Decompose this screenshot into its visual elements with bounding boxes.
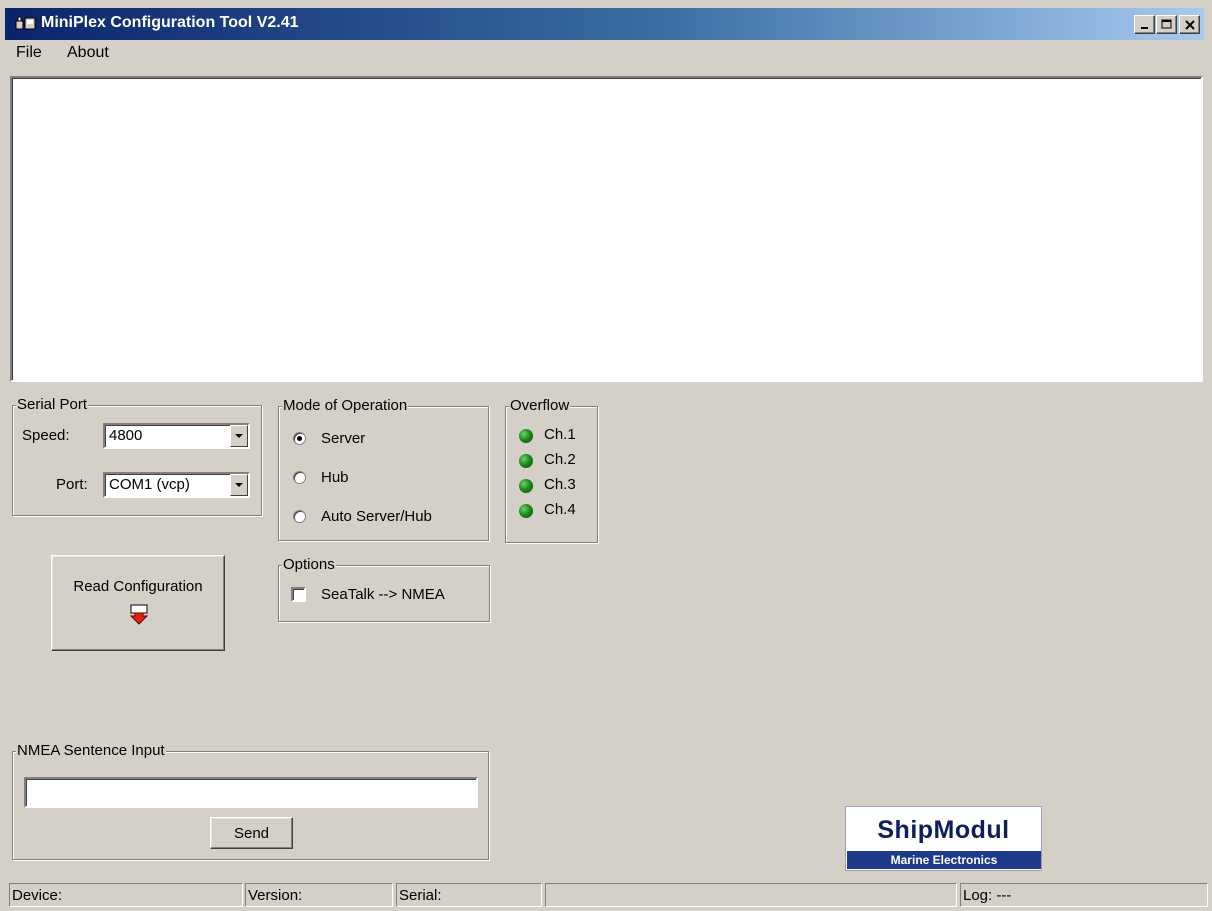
- port-label: Port:: [56, 476, 88, 493]
- speed-label: Speed:: [22, 427, 70, 444]
- nmea-sentence-input[interactable]: [24, 777, 478, 808]
- led-ch1-icon: [519, 429, 533, 443]
- overflow-ch3-label: Ch.3: [544, 476, 576, 493]
- minimize-icon: [1140, 26, 1148, 29]
- led-ch4-icon: [519, 504, 533, 518]
- nmea-legend: NMEA Sentence Input: [16, 742, 166, 759]
- overflow-ch1-label: Ch.1: [544, 426, 576, 443]
- status-log: Log: ---: [960, 883, 1208, 907]
- status-device: Device:: [9, 883, 243, 907]
- overflow-ch2-label: Ch.2: [544, 451, 576, 468]
- radio-hub[interactable]: Hub: [293, 469, 443, 487]
- serial-port-legend: Serial Port: [16, 396, 89, 413]
- mode-legend: Mode of Operation: [282, 397, 409, 414]
- menu-about[interactable]: About: [67, 44, 109, 62]
- app-icon: [15, 15, 37, 33]
- radio-auto-circle[interactable]: [293, 510, 306, 523]
- led-ch2-icon: [519, 454, 533, 468]
- log-output-area[interactable]: [10, 76, 1203, 382]
- close-button[interactable]: [1179, 15, 1200, 34]
- radio-hub-circle[interactable]: [293, 471, 306, 484]
- port-select[interactable]: COM1 (vcp): [103, 472, 250, 498]
- port-dropdown-button[interactable]: [230, 474, 248, 496]
- send-button[interactable]: Send: [210, 817, 293, 849]
- radio-auto-server-hub[interactable]: Auto Server/Hub: [293, 508, 473, 526]
- radio-server[interactable]: Server: [293, 430, 443, 448]
- overflow-ch4-label: Ch.4: [544, 501, 576, 518]
- status-serial: Serial:: [396, 883, 542, 907]
- window-title: MiniPlex Configuration Tool V2.41: [41, 14, 299, 31]
- maximize-icon: [1161, 19, 1172, 29]
- maximize-button[interactable]: [1156, 15, 1177, 34]
- radio-server-circle[interactable]: [293, 432, 306, 445]
- seatalk-checkbox[interactable]: [291, 587, 306, 602]
- led-ch3-icon: [519, 479, 533, 493]
- shipmodul-logo: ShipModul Marine Electronics: [845, 806, 1042, 871]
- download-arrow-icon: [129, 604, 149, 630]
- seatalk-label: SeaTalk --> NMEA: [321, 586, 445, 603]
- options-legend: Options: [282, 556, 336, 573]
- seatalk-checkbox-row[interactable]: SeaTalk --> NMEA: [291, 585, 481, 607]
- close-icon: [1184, 19, 1195, 30]
- overflow-legend: Overflow: [509, 397, 571, 414]
- chevron-down-icon: [235, 434, 243, 438]
- speed-dropdown-button[interactable]: [230, 425, 248, 447]
- menu-file[interactable]: File: [16, 44, 42, 62]
- minimize-button[interactable]: [1134, 15, 1155, 34]
- status-message: [545, 883, 957, 907]
- speed-select[interactable]: 4800: [103, 423, 250, 449]
- read-configuration-button[interactable]: Read Configuration: [51, 555, 225, 651]
- status-version: Version:: [245, 883, 393, 907]
- chevron-down-icon: [235, 483, 243, 487]
- title-bar[interactable]: MiniPlex Configuration Tool V2.41: [5, 8, 1204, 40]
- serial-port-group: Serial Port: [12, 396, 262, 516]
